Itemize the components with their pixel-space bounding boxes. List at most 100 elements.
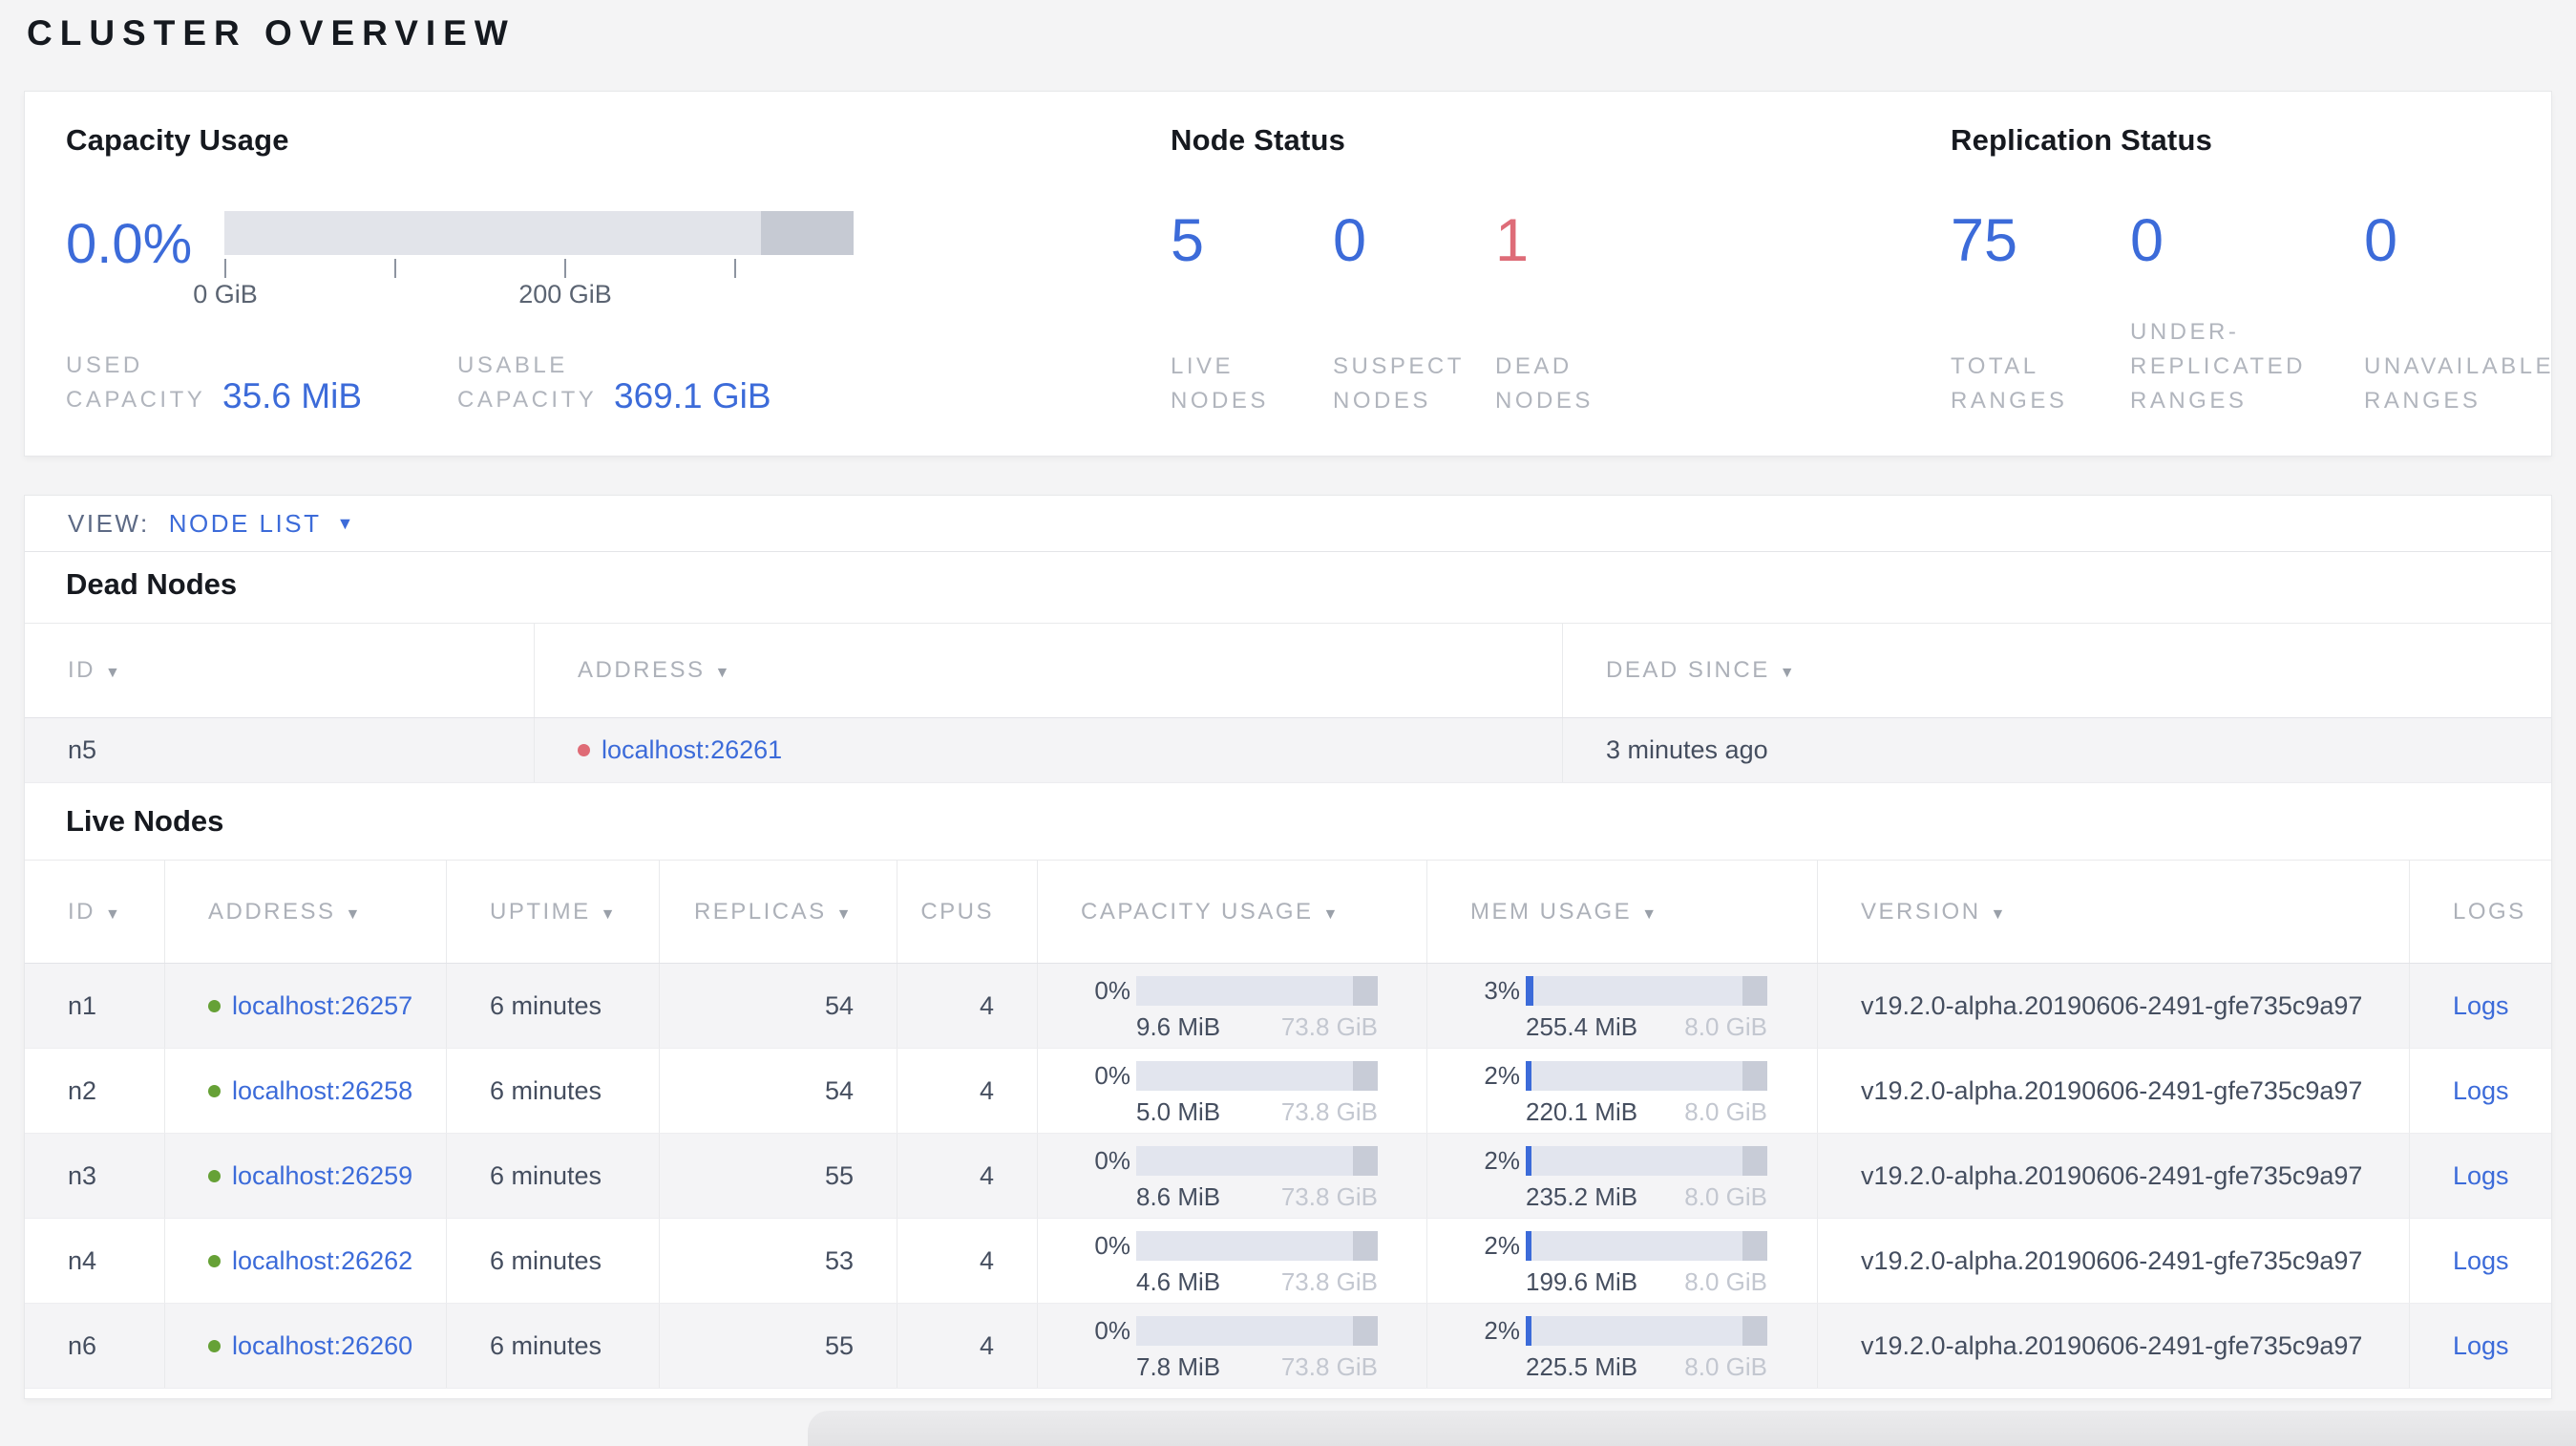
view-mode-dropdown[interactable]: NODE LIST xyxy=(169,509,322,539)
uptime-value: 6 minutes xyxy=(490,990,602,1020)
sort-caret-icon[interactable]: ▼ xyxy=(1780,665,1797,681)
mem-usage-bar-reserved-segment xyxy=(1742,1316,1767,1346)
column-header-label[interactable]: DEAD SINCE ▼ xyxy=(1606,657,1797,684)
uptime-cell: 6 minutes xyxy=(446,1134,659,1218)
column-header-label[interactable]: VERSION ▼ xyxy=(1861,899,2008,925)
capacity-usage-cell: 0% 9.6 MiB 73.8 GiB xyxy=(1037,964,1426,1048)
live-status-icon xyxy=(208,1339,221,1352)
mem-usage-cell: 2% 199.6 MiB 8.0 GiB xyxy=(1426,1219,1817,1303)
address-link[interactable]: localhost:26258 xyxy=(232,1076,412,1106)
table-row: n4 localhost:26262 6 minutes 53 4 0% 4.6 MiB 73… xyxy=(25,1219,2551,1304)
address-cell: localhost:26259 xyxy=(164,1134,446,1218)
capacity-usage-used-value: 9.6 MiB xyxy=(1136,1012,1221,1041)
table-header-row: ID ▼ ADDRESS ▼ UPTIME ▼ REPLICAS ▼ CPUS CAPACITY … xyxy=(25,860,2551,964)
address-cell: localhost:26258 xyxy=(164,1049,446,1133)
sort-caret-icon[interactable]: ▼ xyxy=(715,665,732,681)
mem-usage-bar-row: 2% xyxy=(1470,1231,1774,1261)
cluster-summary-panel: Capacity Usage 0.0% 0 GiB 200 GiB USED C… xyxy=(24,91,2552,457)
sort-caret-icon[interactable]: ▼ xyxy=(346,906,363,923)
suspect-nodes-count: 0 xyxy=(1333,207,1367,274)
mem-usage-values: 235.2 MiB 8.0 GiB xyxy=(1526,1182,1767,1212)
logs-link[interactable]: Logs xyxy=(2453,1076,2509,1106)
mem-usage-bar-fill xyxy=(1526,976,1533,1006)
logs-link[interactable]: Logs xyxy=(2453,991,2509,1021)
chevron-down-icon[interactable]: ▼ xyxy=(336,514,353,534)
sort-caret-icon[interactable]: ▼ xyxy=(601,906,618,923)
unavailable-ranges-stat: 0 UNAVAILABLE RANGES xyxy=(2364,207,2574,418)
table-row: n2 localhost:26258 6 minutes 54 4 0% 5.0 MiB 73… xyxy=(25,1049,2551,1134)
column-header-version[interactable]: VERSION ▼ xyxy=(1817,861,2409,963)
capacity-meter-axis xyxy=(224,255,854,280)
address-link[interactable]: localhost:26260 xyxy=(232,1331,412,1361)
mem-usage-percent: 2% xyxy=(1484,1231,1520,1260)
view-label: VIEW: xyxy=(68,508,150,538)
logs-link[interactable]: Logs xyxy=(2453,1161,2509,1191)
mem-usage-used-value: 199.6 MiB xyxy=(1526,1267,1638,1296)
capacity-usage-bar-row: 0% xyxy=(1081,1146,1383,1176)
cpus-cell: 4 xyxy=(897,1219,1037,1303)
live-nodes-table: ID ▼ ADDRESS ▼ UPTIME ▼ REPLICAS ▼ CPUS CAPACITY … xyxy=(25,860,2551,1389)
column-header-label[interactable]: ADDRESS ▼ xyxy=(578,657,732,684)
logs-link[interactable]: Logs xyxy=(2453,1246,2509,1276)
cpus-cell: 4 xyxy=(897,1134,1037,1218)
axis-tick xyxy=(734,259,736,278)
capacity-usage-cell: 0% 5.0 MiB 73.8 GiB xyxy=(1037,1049,1426,1133)
column-header-id[interactable]: ID ▼ xyxy=(25,624,534,717)
capacity-usage-cell: 0% 8.6 MiB 73.8 GiB xyxy=(1037,1134,1426,1218)
cpus-value: 4 xyxy=(979,1160,994,1190)
sort-caret-icon[interactable]: ▼ xyxy=(836,906,854,923)
capacity-usage-total-value: 73.8 GiB xyxy=(1280,1267,1378,1296)
column-header-label[interactable]: ID ▼ xyxy=(68,657,122,684)
capacity-usage-used-value: 4.6 MiB xyxy=(1136,1267,1221,1296)
column-header-memory[interactable]: MEM USAGE ▼ xyxy=(1426,861,1817,963)
mem-usage-bar xyxy=(1526,976,1767,1006)
sort-caret-icon[interactable]: ▼ xyxy=(1641,906,1658,923)
column-header-label[interactable]: ADDRESS ▼ xyxy=(208,899,363,925)
version-value: v19.2.0-alpha.20190606-2491-gfe735c9a97 xyxy=(1861,1330,2363,1360)
replicas-value: 54 xyxy=(824,1075,854,1105)
column-header-label[interactable]: MEM USAGE ▼ xyxy=(1470,899,1659,925)
address-link[interactable]: localhost:26259 xyxy=(232,1161,412,1191)
capacity-meter-bar xyxy=(224,211,854,255)
column-header-label[interactable]: UPTIME ▼ xyxy=(490,899,618,925)
sort-caret-icon[interactable]: ▼ xyxy=(105,665,122,681)
mem-usage-values: 199.6 MiB 8.0 GiB xyxy=(1526,1267,1767,1297)
column-header-capacity[interactable]: CAPACITY USAGE ▼ xyxy=(1037,861,1426,963)
mem-usage-bar-fill xyxy=(1526,1061,1532,1091)
unavailable-label: UNAVAILABLE RANGES xyxy=(2364,353,2555,414)
column-header-label[interactable]: REPLICAS ▼ xyxy=(694,899,854,925)
capacity-usage-percent: 0% xyxy=(1094,1316,1130,1345)
address-link[interactable]: localhost:26262 xyxy=(232,1246,412,1276)
suspect-nodes-stat: 0 SUSPECT NODES xyxy=(1333,207,1495,418)
logs-cell: Logs xyxy=(2409,1049,2553,1133)
address-link[interactable]: localhost:26257 xyxy=(232,991,412,1021)
mem-usage-values: 220.1 MiB 8.0 GiB xyxy=(1526,1097,1767,1127)
uptime-cell: 6 minutes xyxy=(446,964,659,1048)
capacity-meter: 0.0% 0 GiB 200 GiB xyxy=(66,211,925,310)
cpus-value: 4 xyxy=(979,1075,994,1105)
column-header-label[interactable]: CAPACITY USAGE ▼ xyxy=(1081,899,1341,925)
sort-caret-icon[interactable]: ▼ xyxy=(105,906,122,923)
under-replicated-count: 0 xyxy=(2130,207,2164,274)
column-header-label[interactable]: ID ▼ xyxy=(68,899,122,925)
column-header-replicas[interactable]: REPLICAS ▼ xyxy=(659,861,897,963)
total-ranges-count: 75 xyxy=(1951,207,2018,274)
sort-caret-icon[interactable]: ▼ xyxy=(1991,906,2008,923)
mem-usage-bar-row: 3% xyxy=(1470,976,1774,1006)
capacity-usage-bar-reserved-segment xyxy=(1353,1146,1378,1176)
dead-nodes-table: ID ▼ ADDRESS ▼ DEAD SINCE ▼ n5 localhost:26261 3… xyxy=(25,623,2551,783)
sort-caret-icon[interactable]: ▼ xyxy=(1323,906,1341,923)
logs-link[interactable]: Logs xyxy=(2453,1331,2509,1361)
capacity-usage-bar-reserved-segment xyxy=(1353,1316,1378,1346)
address-link[interactable]: localhost:26261 xyxy=(602,735,782,765)
column-header-uptime[interactable]: UPTIME ▼ xyxy=(446,861,659,963)
column-header-id[interactable]: ID ▼ xyxy=(25,861,164,963)
mem-usage-used-value: 220.1 MiB xyxy=(1526,1097,1638,1126)
capacity-usage-values: 4.6 MiB 73.8 GiB xyxy=(1136,1267,1378,1297)
mem-usage-bar-reserved-segment xyxy=(1742,1061,1767,1091)
cpus-cell: 4 xyxy=(897,1049,1037,1133)
column-header-address[interactable]: ADDRESS ▼ xyxy=(534,624,1562,717)
capacity-usage-bar-row: 0% xyxy=(1081,1231,1383,1261)
column-header-address[interactable]: ADDRESS ▼ xyxy=(164,861,446,963)
column-header-dead_since[interactable]: DEAD SINCE ▼ xyxy=(1562,624,2553,717)
